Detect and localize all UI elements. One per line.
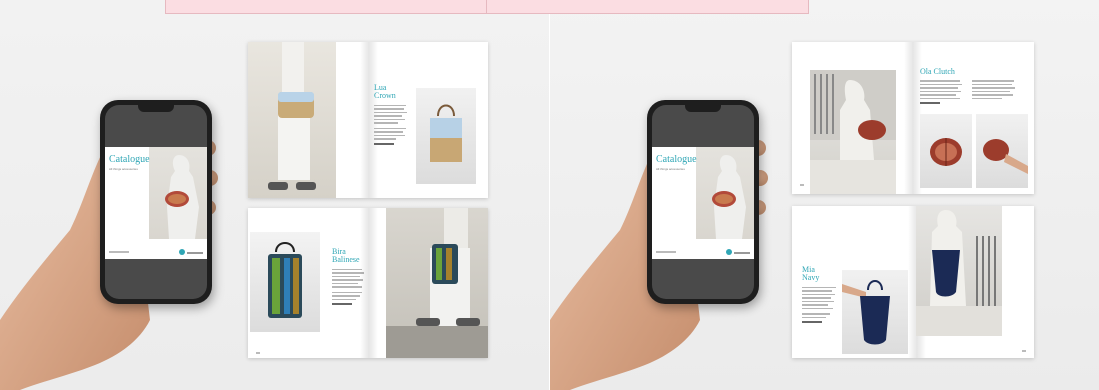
product-text-mia-navy: Mia Navy xyxy=(802,265,842,324)
catalog-cover-page: Catalogue All things accessories xyxy=(652,147,754,259)
lifestyle-photo-backpack xyxy=(386,208,488,358)
cover-footer-line xyxy=(109,251,129,253)
product-description-column-2 xyxy=(972,80,1018,104)
brand-icon xyxy=(726,249,732,255)
phone-screen: Catalogue All things accessories xyxy=(105,105,207,299)
product-photo-bira-balinese xyxy=(250,232,320,332)
phone-screen: Catalogue All things accessories xyxy=(652,105,754,299)
navy-tote-in-hand-illustration xyxy=(842,280,890,345)
catalog-title: Catalogue xyxy=(109,154,150,165)
patterned-backpack-illustration xyxy=(268,242,302,318)
brand-icon xyxy=(179,249,185,255)
spread-gutter xyxy=(360,208,378,358)
price-line xyxy=(920,102,940,105)
clutch-front-illustration xyxy=(930,138,962,166)
product-description-columns xyxy=(920,76,1020,105)
cover-model-photo xyxy=(149,147,207,239)
product-name: Mia Navy xyxy=(802,265,820,283)
cover-footer-text-line xyxy=(734,252,750,254)
product-description-lines xyxy=(374,104,410,140)
phone-mockup: Catalogue All things accessories xyxy=(647,100,759,304)
catalog-spread-bira-balinese: Bira Balinese xyxy=(248,208,488,358)
clutch-in-hand-illustration xyxy=(983,139,1028,174)
catalog-spread-lua-crown: Lua Crown xyxy=(248,42,488,198)
phone-notch xyxy=(138,105,174,112)
lifestyle-photo-straw-bag xyxy=(248,42,336,198)
model-with-backpack-illustration xyxy=(386,208,488,358)
product-photo-lua-crown xyxy=(416,88,476,184)
price-line xyxy=(332,303,352,306)
model-figure-illustration xyxy=(165,155,199,239)
straw-bag-illustration xyxy=(430,104,462,162)
top-highlight-strip xyxy=(165,0,809,14)
phone-notch xyxy=(685,105,721,112)
left-mockup-panel: Catalogue All things accessories Lua Cro… xyxy=(0,0,549,390)
product-photo-clutch-front xyxy=(920,114,972,188)
product-name: Ola Clutch xyxy=(920,67,955,76)
model-figure-illustration xyxy=(712,155,746,239)
product-text-ola-clutch: Ola Clutch xyxy=(920,67,1020,105)
catalog-title: Catalogue xyxy=(656,154,697,165)
page-number-left xyxy=(800,184,804,186)
price-line xyxy=(374,142,394,145)
cover-footer-text-line xyxy=(187,252,203,254)
catalog-spread-ola-clutch: Ola Clutch xyxy=(792,42,1034,194)
cover-footer-line xyxy=(656,251,676,253)
product-photo-mia-navy xyxy=(842,270,908,354)
product-description-column-1 xyxy=(920,80,966,105)
model-with-clutch-illustration xyxy=(810,70,896,194)
price-line xyxy=(802,321,822,324)
catalog-spread-mia-navy: Mia Navy xyxy=(792,206,1034,358)
catalog-subtitle: All things accessories xyxy=(109,167,138,171)
strip-divider xyxy=(486,0,487,14)
model-with-navy-tote-illustration xyxy=(916,210,1002,336)
product-name: Lua Crown xyxy=(374,83,396,101)
product-text-lua-crown: Lua Crown xyxy=(374,83,410,145)
phone-mockup: Catalogue All things accessories xyxy=(100,100,212,304)
product-photo-clutch-held xyxy=(976,114,1028,188)
product-description-lines xyxy=(802,286,842,319)
model-with-bag-illustration xyxy=(268,42,316,190)
lifestyle-photo-navy-tote xyxy=(916,206,1002,336)
right-mockup-panel: Catalogue All things accessories Ola Clu… xyxy=(550,0,1099,390)
catalog-cover-page: Catalogue All things accessories xyxy=(105,147,207,259)
lifestyle-photo-clutch xyxy=(810,70,896,194)
page-number-right xyxy=(1022,350,1026,352)
catalog-subtitle: All things accessories xyxy=(656,167,685,171)
cover-model-photo xyxy=(696,147,754,239)
page-number-left xyxy=(256,352,260,354)
